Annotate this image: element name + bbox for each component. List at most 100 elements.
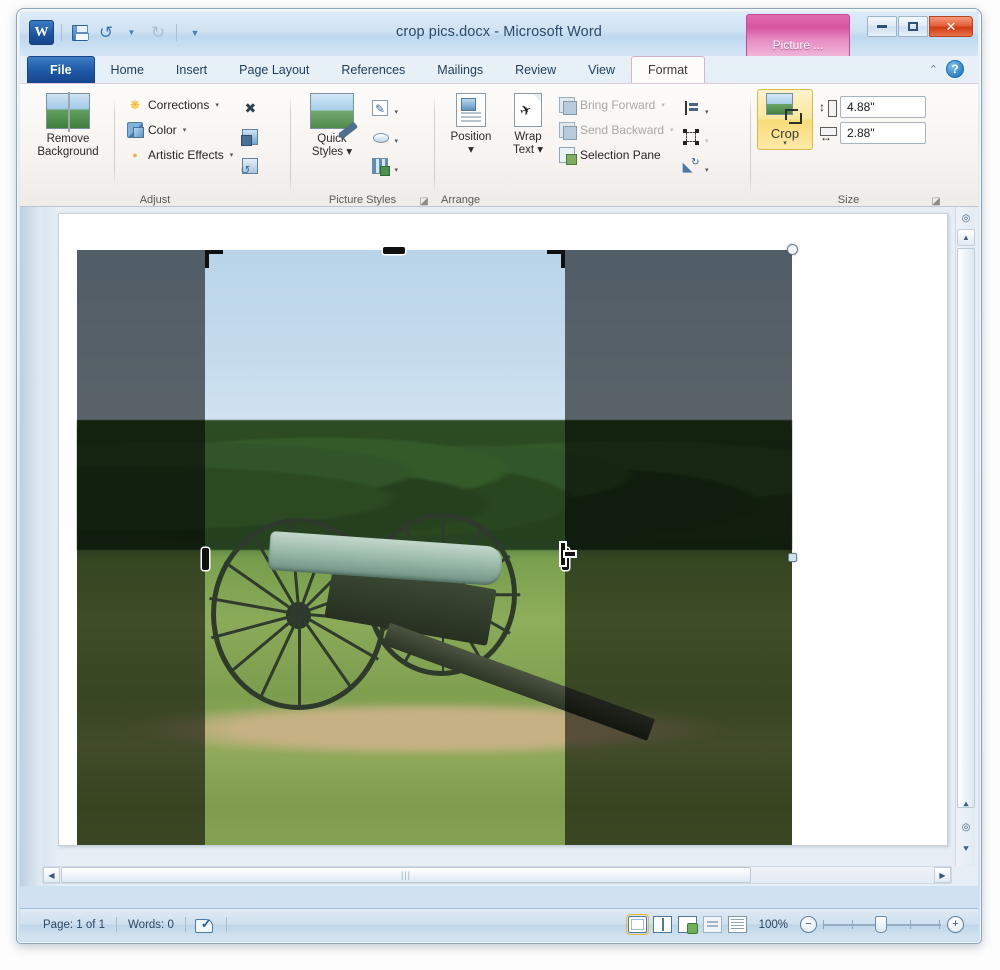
adjust-icon-buttons <box>237 89 263 178</box>
outline-view-button[interactable] <box>702 916 722 933</box>
change-picture-button[interactable] <box>237 125 263 149</box>
minimize-button[interactable] <box>867 16 897 37</box>
picture-border-button[interactable]: ▾ <box>367 96 398 120</box>
shape-width-row: ▲ ▼ <box>819 122 981 144</box>
draft-view-button[interactable] <box>727 916 747 933</box>
scroll-up-button[interactable]: ▲ <box>957 229 975 246</box>
shape-width-input[interactable] <box>841 124 981 142</box>
crop-handle-top-left[interactable] <box>205 250 223 268</box>
remove-background-button[interactable]: Remove Background <box>26 89 110 159</box>
corrections-button[interactable]: Corrections ▾ <box>123 94 237 116</box>
help-button[interactable]: ? <box>946 60 964 78</box>
picture-effects-button[interactable]: ▾ <box>367 125 398 149</box>
chevron-left-icon: ◀ <box>48 870 55 880</box>
question-mark-icon: ? <box>951 62 959 76</box>
document-page[interactable] <box>58 213 948 846</box>
color-button[interactable]: Color ▾ <box>123 119 237 141</box>
bring-forward-button[interactable]: Bring Forward ▾ <box>555 94 678 116</box>
zoom-in-button[interactable]: + <box>947 916 964 933</box>
picture-object[interactable] <box>77 244 798 845</box>
zoom-slider-knob[interactable] <box>875 916 887 933</box>
crop-handle-top-right[interactable] <box>547 250 565 268</box>
picture-styles-group-body: Quick Styles ▾ ▾ <box>291 84 434 191</box>
horizontal-scrollbar[interactable]: ◀ ||| ▶ <box>42 866 952 884</box>
picture-styles-dialog-launcher[interactable]: ◪ <box>418 195 430 207</box>
artistic-effects-button[interactable]: Artistic Effects ▾ <box>123 144 237 166</box>
tab-mailings[interactable]: Mailings <box>421 56 499 83</box>
status-divider-3 <box>225 917 227 932</box>
remove-background-label-1: Remove <box>46 133 90 145</box>
tab-insert-label: Insert <box>175 62 208 77</box>
tab-insert[interactable]: Insert <box>160 56 223 83</box>
quick-styles-icon <box>310 93 354 129</box>
tab-file[interactable]: File <box>27 56 95 83</box>
tab-format-label: Format <box>648 63 688 77</box>
previous-page-button[interactable]: ⯅ <box>957 796 975 814</box>
scroll-right-button[interactable]: ▶ <box>934 867 951 883</box>
scroll-left-button[interactable]: ◀ <box>43 867 60 883</box>
selection-pane-icon <box>559 147 577 165</box>
picture-styles-icon-buttons: ▾ ▾ ▾ <box>367 89 398 178</box>
arrange-icon-buttons: ▾ ▾ ▾ <box>678 89 709 178</box>
restore-button[interactable] <box>898 16 928 37</box>
collapse-ribbon-button[interactable]: ⌃ <box>929 63 938 76</box>
color-icon <box>127 122 144 138</box>
ribbon-group-picture-styles: Quick Styles ▾ ▾ <box>291 84 434 208</box>
word-count[interactable]: Words: 0 <box>117 919 185 931</box>
crop-button[interactable]: Crop ▾ <box>757 89 813 150</box>
group-icon <box>682 129 699 145</box>
selection-pane-button[interactable]: Selection Pane <box>555 144 678 166</box>
size-dialog-launcher[interactable]: ◪ <box>930 195 942 207</box>
selection-handle-middle-right[interactable] <box>788 553 797 562</box>
tab-file-label: File <box>50 63 72 77</box>
horizontal-scroll-thumb[interactable]: ||| <box>61 867 751 883</box>
zoom-slider[interactable] <box>823 916 941 933</box>
compress-pictures-icon <box>242 100 258 116</box>
picture-tools-contextual-header: Picture ... <box>746 14 850 56</box>
proofing-errors-icon[interactable] <box>194 916 217 933</box>
vertical-scroll-thumb[interactable] <box>957 248 975 808</box>
adjust-inner-separator <box>114 99 115 185</box>
crop-handle-top-center[interactable] <box>383 247 405 254</box>
crop-handle-middle-left[interactable] <box>202 548 209 570</box>
compress-pictures-button[interactable] <box>237 96 263 120</box>
selection-handle-top-right[interactable] <box>787 244 798 255</box>
zoom-out-button[interactable]: − <box>800 916 817 933</box>
full-screen-reading-view-button[interactable] <box>652 916 672 933</box>
picture-layout-button[interactable]: ▾ <box>367 154 398 178</box>
status-bar: Page: 1 of 1 Words: 0 100% − <box>20 908 978 940</box>
select-browse-object-icon: ◎ <box>961 212 971 224</box>
next-page-button[interactable]: ⯆ <box>957 840 975 858</box>
wrap-text-button[interactable]: Wrap Text ▾ <box>501 89 555 157</box>
select-browse-object-button[interactable]: ◎ <box>957 209 975 227</box>
browse-object-button[interactable]: ◎ <box>957 818 975 836</box>
quick-styles-button[interactable]: Quick Styles ▾ <box>297 89 367 159</box>
quick-styles-label-2: Styles ▾ <box>311 146 353 158</box>
tab-page-layout-label: Page Layout <box>239 62 310 77</box>
close-button[interactable]: ✕ <box>929 16 973 37</box>
shape-height-input[interactable] <box>841 98 981 116</box>
tab-home[interactable]: Home <box>95 56 160 83</box>
align-button[interactable]: ▾ <box>678 96 709 120</box>
zoom-level-label[interactable]: 100% <box>753 919 794 931</box>
restore-icon <box>908 22 918 31</box>
web-layout-view-button[interactable] <box>677 916 698 934</box>
shape-height-icon <box>819 99 837 117</box>
shape-width-spinner[interactable]: ▲ ▼ <box>840 122 981 144</box>
shape-height-spinner[interactable]: ▲ ▼ <box>840 96 981 118</box>
page-indicator[interactable]: Page: 1 of 1 <box>32 919 116 931</box>
tab-page-layout[interactable]: Page Layout <box>223 56 325 83</box>
tab-references[interactable]: References <box>325 56 421 83</box>
tab-format[interactable]: Format <box>631 56 705 83</box>
zoom-tick <box>852 920 853 929</box>
tab-view[interactable]: View <box>572 56 631 83</box>
tab-review[interactable]: Review <box>499 56 572 83</box>
print-layout-view-button[interactable] <box>625 914 649 935</box>
group-button[interactable]: ▾ <box>678 125 709 149</box>
send-backward-button[interactable]: Send Backward ▾ <box>555 119 678 141</box>
position-button[interactable]: Position ▾ <box>441 89 501 157</box>
document-left-gutter <box>20 207 42 886</box>
rotate-button[interactable]: ▾ <box>678 154 709 178</box>
vertical-scrollbar[interactable]: ◎ ▲ ⯅ ◎ ⯆ <box>955 207 975 866</box>
reset-picture-button[interactable] <box>237 154 263 178</box>
